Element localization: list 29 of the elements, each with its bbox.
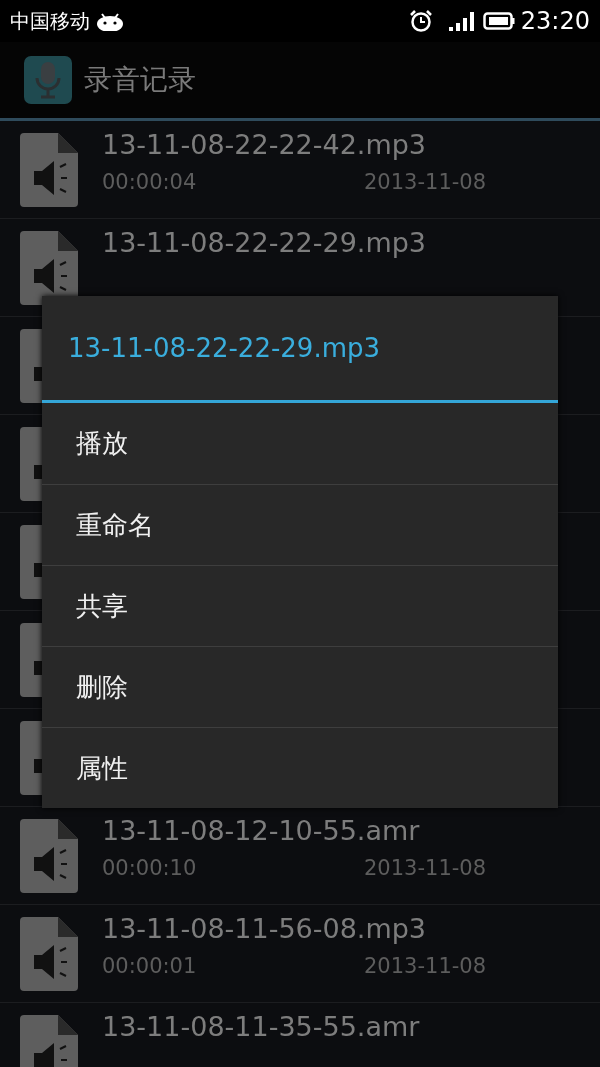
duration: 00:00:10 [102, 856, 198, 880]
menu-item[interactable]: 共享 [42, 565, 558, 646]
record-date: 2013-11-08 [364, 954, 488, 978]
menu-title: 13-11-08-22-22-29.mp3 [68, 333, 381, 363]
file-name: 13-11-08-11-35-55.amr [102, 1011, 421, 1042]
duration: 00:00:01 [102, 954, 198, 978]
signal-icon [448, 11, 477, 31]
duration: 00:00:04 [102, 170, 198, 194]
audio-file-icon [20, 132, 78, 207]
audio-file-icon [20, 818, 78, 893]
battery-icon [482, 12, 515, 30]
menu-item[interactable]: 删除 [42, 646, 558, 727]
file-name: 13-11-08-22-22-42.mp3 [102, 129, 428, 160]
carrier-name: 中国移动 [10, 7, 90, 35]
app-title: 录音记录 [84, 62, 196, 98]
record-date: 2013-11-08 [364, 170, 488, 194]
menu-item[interactable]: 属性 [42, 727, 558, 808]
menu-item[interactable]: 重命名 [42, 484, 558, 565]
file-name: 13-11-08-11-56-08.mp3 [102, 913, 428, 944]
microphone-app-icon [24, 56, 72, 104]
android-icon [96, 11, 124, 31]
clock-time: 23:20 [520, 7, 590, 35]
alarm-icon [408, 10, 433, 32]
audio-file-icon [20, 916, 78, 991]
file-name: 13-11-08-22-22-29.mp3 [102, 227, 428, 258]
file-name: 13-11-08-12-10-55.amr [102, 815, 421, 846]
audio-file-icon [20, 1014, 78, 1067]
menu-item[interactable]: 播放 [42, 403, 558, 484]
record-date: 2013-11-08 [364, 856, 488, 880]
